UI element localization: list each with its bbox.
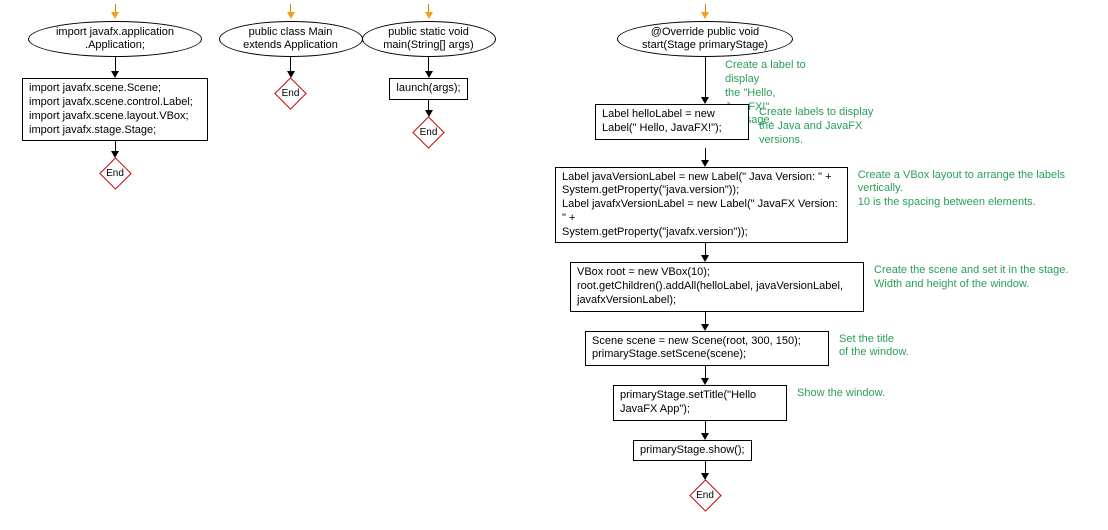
annotation: Set the title of the window. [839,331,909,361]
code-box: primaryStage.setTitle("Hello JavaFX App"… [613,385,787,421]
connector [701,366,709,385]
flow-col-4: @Override public void start(Stage primar… [555,4,1095,510]
entry-arrow [287,4,295,19]
end-node: End [414,117,444,147]
end-node: End [100,158,130,188]
annotation: Create a VBox layout to arrange the labe… [858,167,1095,210]
connector [111,57,119,78]
annotation: Create labels to display the Java and Ja… [759,104,873,147]
code-box: Label helloLabel = new Label(" Hello, Ja… [595,104,749,140]
annotation: Create the scene and set it in the stage… [874,262,1068,292]
end-node: End [690,480,720,510]
start-ellipse: import javafx.application .Application; [28,21,202,57]
annotation: Show the window. [797,385,885,401]
code-box: primaryStage.show(); [633,440,752,462]
connector [701,57,709,104]
connector [701,312,709,331]
code-box: import javafx.scene.Scene; import javafx… [22,78,208,141]
entry-arrow [111,4,119,19]
code-box: launch(args); [389,78,467,100]
start-ellipse: public class Main extends Application [219,21,363,57]
code-box: Scene scene = new Scene(root, 300, 150);… [585,331,829,367]
entry-arrow [701,4,709,19]
entry-arrow [425,4,433,19]
code-box: VBox root = new VBox(10); root.getChildr… [570,262,864,311]
code-box: Label javaVersionLabel = new Label(" Jav… [555,167,848,244]
connector [425,100,433,117]
start-ellipse: @Override public void start(Stage primar… [617,21,793,57]
connector [701,421,709,440]
connector [701,243,709,262]
connector [287,57,295,78]
flow-col-3: public static void main(String[] args) l… [366,4,491,147]
end-node: End [276,78,306,108]
start-ellipse: public static void main(String[] args) [362,21,496,57]
flow-col-1: import javafx.application .Application; … [20,4,210,188]
flow-col-2: public class Main extends Application En… [223,4,358,108]
connector [701,148,709,167]
connector [425,57,433,78]
connector [701,461,709,480]
